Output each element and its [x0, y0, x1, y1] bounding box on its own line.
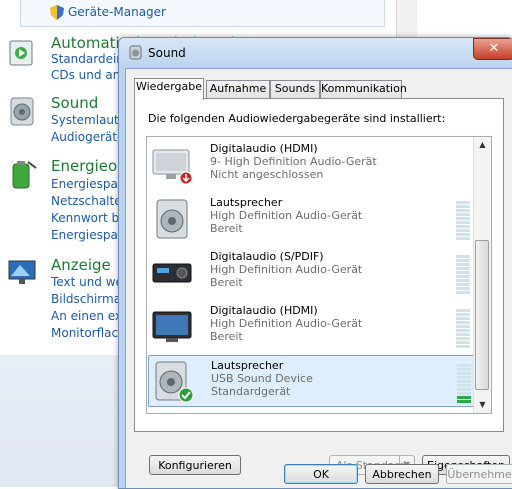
volume-meter	[456, 309, 470, 349]
device-status: Standardgerät	[211, 385, 291, 398]
close-button[interactable]: ✕	[473, 38, 512, 60]
device-row-hdmi-2[interactable]: Digitalaudio (HDMI) High Definition Audi…	[148, 301, 476, 353]
monitor-icon	[151, 144, 193, 186]
power-link-1[interactable]: Energiesparmodus ändern	[51, 177, 118, 191]
power-link-2[interactable]: Netzschalterverhalten ändern	[51, 194, 118, 208]
apply-button[interactable]: Übernehmen	[446, 464, 512, 484]
cancel-button[interactable]: Abbrechen	[365, 464, 439, 484]
device-row-spdif[interactable]: Digitalaudio (S/PDIF) High Definition Au…	[148, 247, 476, 299]
close-icon: ✕	[488, 41, 500, 56]
power-link-4[interactable]: Energiesparplan auswählen	[51, 228, 118, 242]
ok-button[interactable]: OK	[284, 464, 358, 484]
display-link-3[interactable]: An einen externen Bildschirm anschließen	[51, 309, 118, 323]
device-description: USB Sound Device	[211, 372, 313, 385]
scrollbar-thumb[interactable]	[475, 240, 489, 390]
dialog-titlebar[interactable]: Sound ✕	[119, 38, 512, 68]
playback-page: Die folgenden Audiowiedergabegeräte sind…	[134, 98, 510, 475]
scroll-down-icon[interactable]: ▼	[474, 397, 491, 413]
device-name: Digitalaudio (HDMI)	[210, 142, 318, 155]
device-list[interactable]: Digitalaudio (HDMI) 9- High Definition A…	[146, 136, 492, 414]
speaker-icon	[129, 45, 142, 60]
device-status: Bereit	[210, 276, 243, 289]
display-link-1[interactable]: Text und weitere Elemente vergrößern ode…	[51, 275, 118, 289]
device-name: Digitalaudio (S/PDIF)	[210, 250, 324, 263]
device-row-speaker-1[interactable]: Lautsprecher High Definition Audio-Gerät…	[148, 193, 476, 245]
device-description: High Definition Audio-Gerät	[210, 209, 363, 222]
device-manager-link[interactable]: Geräte-Manager	[68, 5, 166, 19]
autoplay-icon	[6, 37, 38, 69]
speaker-icon	[151, 198, 193, 240]
tab-recording[interactable]: Aufnahme	[206, 80, 270, 98]
device-list-scrollbar[interactable]: ▲ ▼	[473, 137, 491, 413]
dialog-body: Wiedergabe Aufnahme Sounds Kommunikation…	[125, 68, 512, 488]
monitor-icon	[151, 306, 193, 348]
device-description: High Definition Audio-Gerät	[210, 317, 363, 330]
sound-dialog: Sound ✕ Wiedergabe Aufnahme Sounds Kommu…	[118, 37, 512, 489]
battery-icon	[6, 158, 38, 190]
section-title-power[interactable]: Energieoptionen	[51, 157, 121, 175]
display-link-4[interactable]: Monitorflackern anpassen	[51, 326, 118, 340]
device-name: Lautsprecher	[211, 359, 284, 372]
volume-meter	[456, 255, 470, 295]
device-status: Bereit	[210, 330, 243, 343]
shield-icon	[50, 5, 64, 20]
device-description: 9- High Definition Audio-Gerät	[210, 155, 377, 168]
section-title-display[interactable]: Anzeige	[51, 256, 118, 274]
scroll-up-icon[interactable]: ▲	[474, 137, 491, 153]
speaker-icon	[152, 361, 194, 403]
device-status: Bereit	[210, 222, 243, 235]
tab-communication[interactable]: Kommunikation	[320, 80, 407, 98]
device-row-hdmi-1[interactable]: Digitalaudio (HDMI) 9- High Definition A…	[148, 139, 476, 191]
display-link-2[interactable]: Bildschirmauflösung anpassen	[51, 292, 118, 306]
device-row-usb-speaker[interactable]: Lautsprecher USB Sound Device Standardge…	[148, 355, 476, 407]
device-name: Lautsprecher	[210, 196, 283, 209]
speaker-icon	[6, 95, 38, 127]
device-list-label: Die folgenden Audiowiedergabegeräte sind…	[148, 112, 446, 125]
volume-meter	[456, 201, 470, 241]
volume-meter	[457, 364, 471, 404]
configure-button[interactable]: Konfigurieren	[149, 455, 241, 475]
tab-sounds[interactable]: Sounds	[270, 80, 320, 98]
device-name: Digitalaudio (HDMI)	[210, 304, 318, 317]
control-panel-top-row: Geräte-Manager	[20, 0, 385, 27]
power-link-3[interactable]: Kennwort beim Reaktivieren anfordern	[51, 211, 118, 225]
dialog-title: Sound	[148, 46, 186, 60]
receiver-icon	[151, 252, 193, 294]
display-icon	[6, 256, 38, 288]
device-status: Nicht angeschlossen	[210, 168, 324, 181]
device-description: High Definition Audio-Gerät	[210, 263, 363, 276]
tab-playback[interactable]: Wiedergabe	[134, 78, 204, 100]
